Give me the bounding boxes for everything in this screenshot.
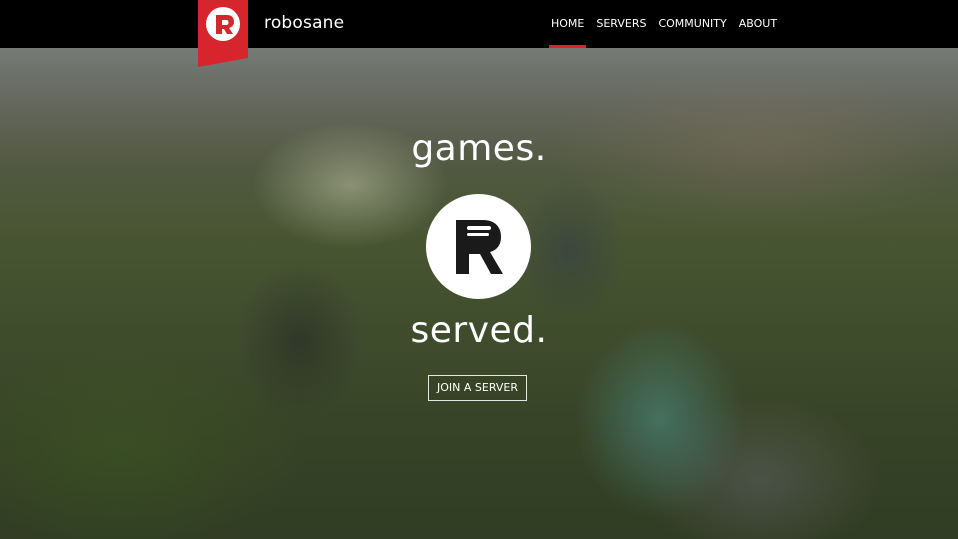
hero-logo xyxy=(426,194,531,299)
main-nav: HOME SERVERS COMMUNITY ABOUT xyxy=(545,0,783,48)
navbar: robosane HOME SERVERS COMMUNITY ABOUT xyxy=(0,0,958,67)
join-server-button[interactable]: JOIN A SERVER xyxy=(428,375,527,401)
robosane-r-icon xyxy=(198,0,248,67)
hero-heading-top: games. xyxy=(411,128,547,169)
nav-item-about[interactable]: ABOUT xyxy=(733,0,783,48)
hero-heading-bottom: served. xyxy=(410,310,548,351)
nav-item-home[interactable]: HOME xyxy=(545,0,590,48)
robosane-r-icon xyxy=(456,220,503,274)
brand-logo-ribbon[interactable] xyxy=(198,0,248,67)
nav-item-community[interactable]: COMMUNITY xyxy=(652,0,732,48)
nav-item-servers[interactable]: SERVERS xyxy=(590,0,652,48)
brand-name[interactable]: robosane xyxy=(264,13,344,33)
